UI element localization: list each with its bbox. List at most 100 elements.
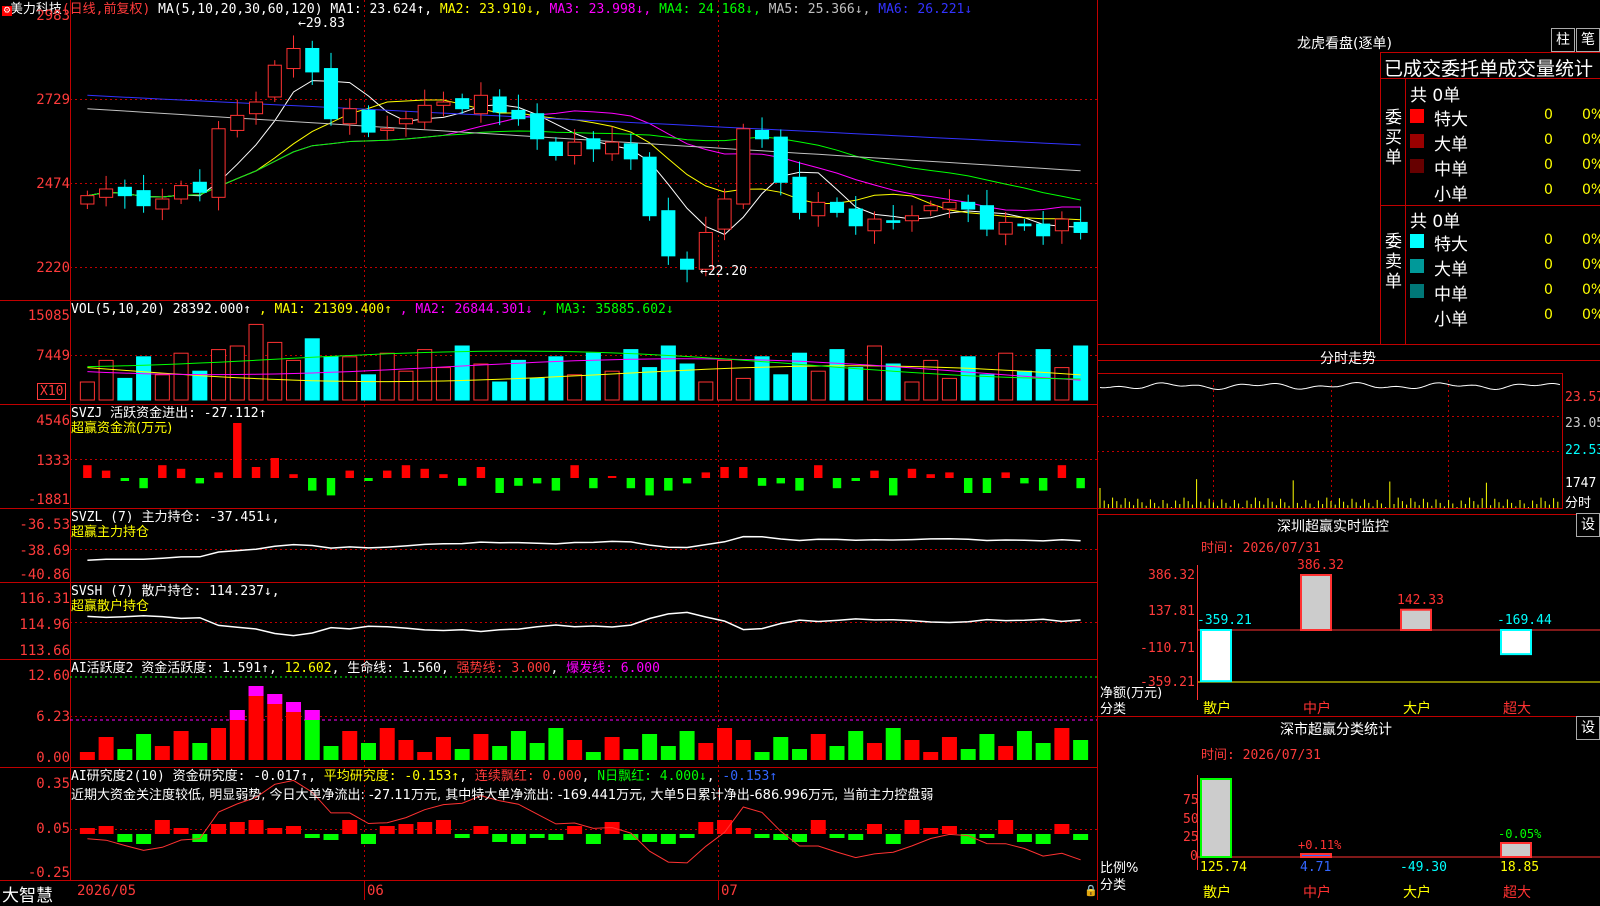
research-bar [679, 834, 695, 838]
candle[interactable] [773, 136, 788, 183]
candle[interactable] [174, 185, 189, 200]
candle[interactable] [736, 128, 751, 205]
candle[interactable] [998, 221, 1013, 235]
activity-bar [529, 743, 545, 760]
svzl-axis-label: -38.69 [19, 543, 70, 559]
settings-icon[interactable]: ⚙ [2, 6, 12, 16]
candle[interactable] [530, 113, 545, 140]
ai2-value: -0.017↑ [253, 769, 309, 784]
sz-bar[interactable] [1500, 629, 1532, 656]
ss-bar[interactable] [1300, 853, 1332, 858]
research-bar [360, 834, 376, 844]
order-count: 0 [1544, 107, 1553, 123]
activity-bar [1073, 740, 1089, 760]
vol-unit-badge[interactable]: X10 [37, 383, 67, 400]
research-bar [1016, 834, 1032, 842]
candle[interactable] [1036, 223, 1051, 237]
candle[interactable] [661, 210, 676, 257]
candle[interactable] [99, 188, 114, 198]
research-bar [417, 822, 433, 834]
candle[interactable] [567, 141, 582, 157]
ss-settings-button[interactable]: 设 [1576, 716, 1600, 740]
candle[interactable] [117, 186, 132, 197]
order-row: 中单 0 0% [1410, 280, 1600, 305]
svzl-subtitle: 超赢主力持仓 [71, 525, 150, 540]
candle[interactable] [680, 258, 695, 270]
candle[interactable] [248, 101, 264, 115]
vol-ma-legend-1: , MA1: 21309.400↑ [251, 302, 392, 317]
candle[interactable] [398, 118, 414, 125]
ss-axis-label: 0 [1190, 849, 1198, 864]
candle[interactable] [848, 208, 863, 227]
candle[interactable] [80, 195, 95, 205]
candle[interactable] [867, 218, 882, 232]
ss-bar[interactable] [1200, 778, 1232, 858]
fund-flow-bar [926, 474, 935, 478]
candle[interactable] [155, 198, 170, 210]
candle[interactable] [829, 201, 845, 213]
candle[interactable] [979, 205, 994, 230]
candle[interactable] [342, 108, 357, 125]
candle[interactable] [754, 129, 770, 140]
candle[interactable] [642, 156, 657, 217]
activity-bar [941, 737, 957, 760]
activity-bar [679, 731, 695, 760]
svsh-label: SVSH (7) 散户持仓: [71, 584, 202, 599]
candlestick-chart[interactable] [0, 0, 1600, 900]
sz-bar[interactable] [1300, 574, 1332, 631]
fund-flow-bar [364, 478, 373, 481]
candle[interactable] [230, 114, 245, 131]
tick-view-button[interactable]: 笔 [1576, 28, 1600, 52]
fund-flow-bar [720, 467, 729, 478]
activity-bar [435, 737, 451, 760]
volume-bar [1035, 349, 1051, 401]
ss-bar-value: -49.30 [1400, 860, 1447, 875]
candle[interactable] [136, 190, 151, 207]
sz-settings-button[interactable]: 设 [1576, 513, 1600, 537]
candle[interactable] [548, 141, 563, 157]
ss-bar[interactable] [1500, 842, 1532, 858]
candle[interactable] [1017, 223, 1032, 227]
volume-bar [529, 377, 545, 401]
candle[interactable] [942, 201, 957, 210]
column-view-button[interactable]: 柱 [1551, 28, 1575, 52]
candle[interactable] [923, 205, 938, 212]
candle[interactable] [511, 109, 526, 120]
ai2-label: AI研究度2(10) 资金研究度: [71, 769, 246, 784]
candle[interactable] [605, 141, 620, 155]
activity-bar [885, 728, 901, 760]
candle[interactable] [267, 64, 282, 98]
candle[interactable] [192, 181, 207, 193]
candle[interactable] [436, 101, 451, 106]
candle[interactable] [323, 68, 339, 120]
intraday-title[interactable]: 分时走势 [1320, 348, 1376, 368]
candle[interactable] [305, 47, 320, 73]
candle[interactable] [886, 220, 901, 223]
candle[interactable] [961, 201, 976, 210]
candle[interactable] [1073, 221, 1088, 233]
candle[interactable] [623, 143, 638, 160]
candle[interactable] [211, 128, 226, 198]
fund-flow-bar [308, 478, 317, 491]
candle[interactable] [380, 128, 395, 131]
candle[interactable] [904, 215, 920, 222]
ss-axis-label: 75 [1183, 793, 1199, 808]
candle[interactable] [586, 138, 601, 150]
candle[interactable] [811, 201, 826, 217]
candle[interactable] [492, 96, 507, 113]
lock-icon[interactable]: 🔒 [1084, 884, 1098, 897]
ai1-burst-line: 爆发线: 6.000 [566, 661, 660, 676]
candle[interactable] [417, 104, 432, 123]
brand-logo[interactable]: 大智慧 [2, 881, 53, 906]
sz-monitor-title: 深圳超赢实时监控 [1277, 519, 1389, 535]
candle[interactable] [455, 98, 470, 110]
candle[interactable] [286, 47, 301, 70]
candle[interactable] [792, 176, 807, 213]
order-row: 中单 0 0% [1410, 155, 1600, 180]
candle[interactable] [1054, 218, 1069, 232]
candle[interactable] [361, 109, 376, 133]
candle[interactable] [717, 198, 732, 230]
candle[interactable] [473, 94, 488, 115]
sz-bar[interactable] [1200, 629, 1232, 683]
sz-bar[interactable] [1400, 608, 1432, 632]
